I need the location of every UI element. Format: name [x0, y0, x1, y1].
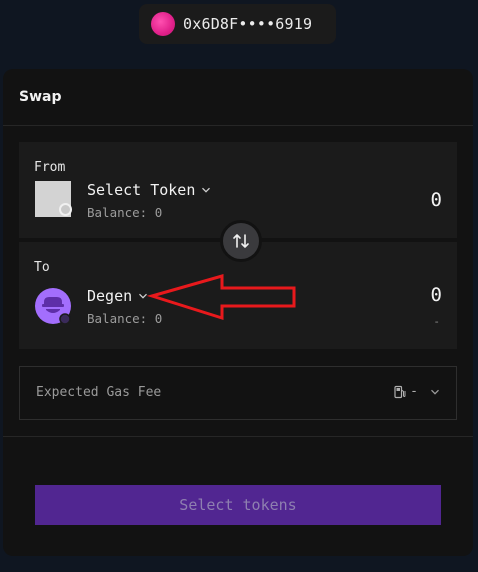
- to-label: To: [34, 260, 50, 275]
- from-amount-input[interactable]: 0: [431, 189, 442, 211]
- gas-fee-label: Expected Gas Fee: [36, 385, 162, 400]
- header-divider: [3, 125, 473, 126]
- placeholder-chain-badge: [59, 203, 72, 216]
- to-amount-input[interactable]: 0: [431, 284, 442, 306]
- fuel-pump-icon: [394, 385, 406, 398]
- from-label: From: [34, 160, 66, 175]
- wallet-address: 0x6D8F••••6919: [183, 15, 313, 33]
- from-token-name: Select Token: [87, 181, 196, 199]
- gas-fee-value-group: -: [394, 384, 440, 399]
- chevron-down-icon: [431, 389, 439, 395]
- swap-title: Swap: [19, 89, 62, 105]
- degen-token-icon: [35, 288, 71, 324]
- to-usd-value: -: [433, 315, 440, 328]
- wallet-button[interactable]: 0x6D8F••••6919: [139, 4, 336, 44]
- to-balance: Balance: 0: [87, 311, 163, 326]
- to-token-name: Degen: [87, 287, 133, 305]
- chevron-down-icon: [139, 293, 148, 299]
- swap-card: Swap From Select Token Balance: 0 0 To D…: [3, 69, 473, 556]
- from-token-select[interactable]: Select Token: [87, 181, 211, 199]
- gas-fee-panel[interactable]: Expected Gas Fee -: [19, 366, 457, 420]
- to-token-select[interactable]: Degen: [87, 287, 148, 305]
- swap-direction-button[interactable]: [220, 220, 262, 262]
- swap-arrows-icon: [233, 234, 249, 248]
- wallet-avatar: [151, 12, 175, 36]
- gas-fee-value: -: [410, 384, 418, 399]
- footer-divider: [3, 436, 473, 437]
- select-tokens-button[interactable]: Select tokens: [35, 485, 441, 525]
- from-balance: Balance: 0: [87, 205, 163, 220]
- chevron-down-icon: [202, 187, 211, 193]
